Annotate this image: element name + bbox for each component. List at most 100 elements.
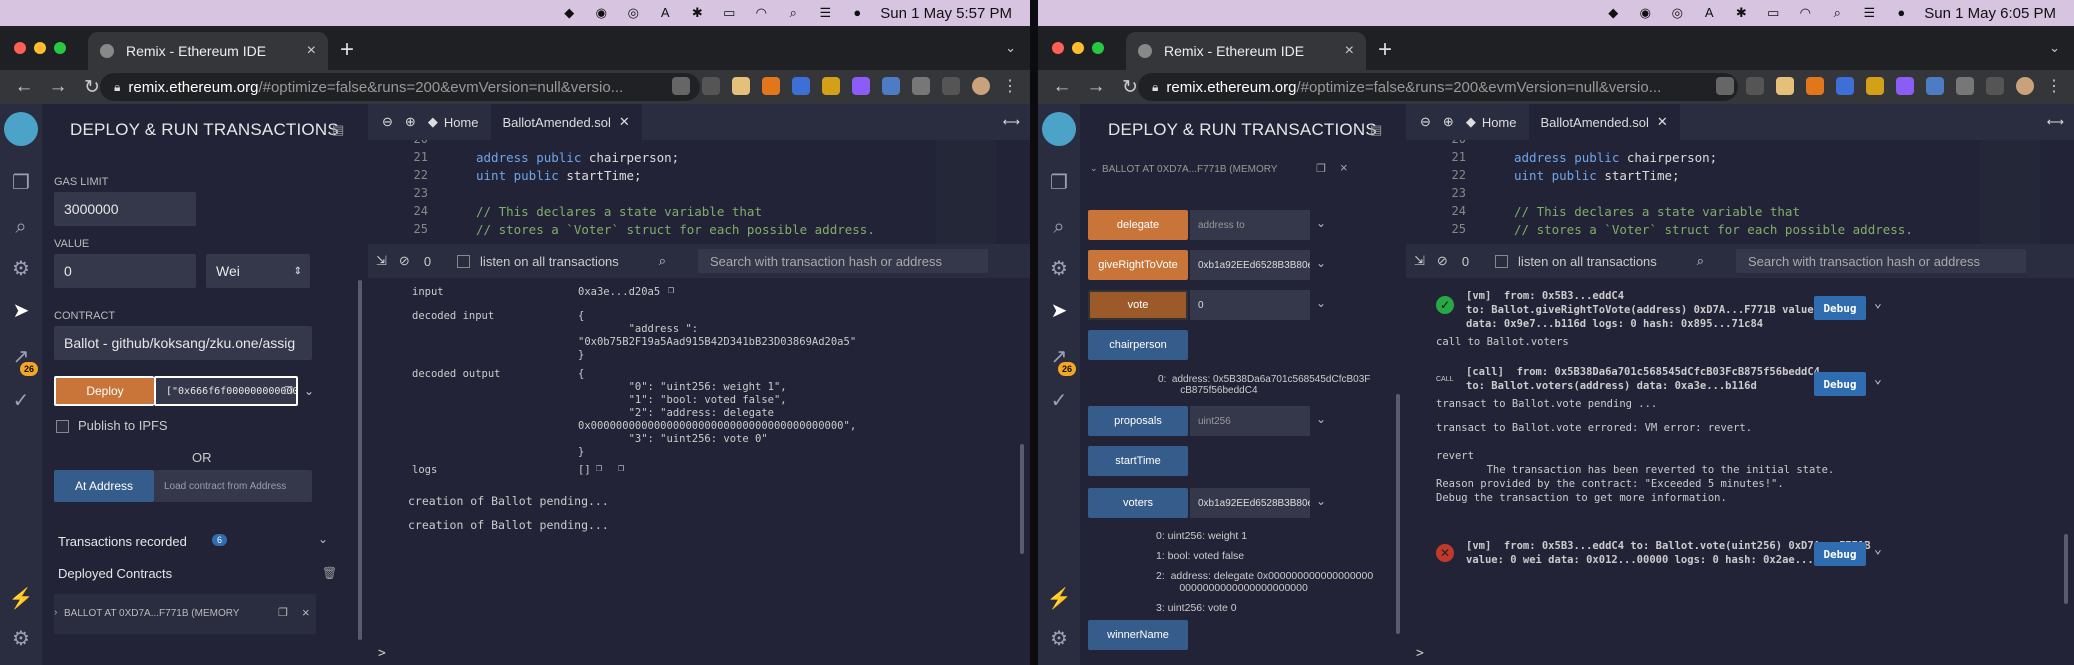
debug-button[interactable]: Debug: [1814, 542, 1866, 566]
new-tab-icon[interactable]: +: [1378, 36, 1392, 64]
vote-input[interactable]: 0: [1190, 290, 1310, 320]
puzzle-icon[interactable]: [1956, 77, 1974, 95]
test-icon[interactable]: ✓: [8, 388, 34, 414]
control-center-icon[interactable]: ☰: [816, 6, 834, 20]
deploy-button[interactable]: Deploy: [54, 376, 154, 406]
back-icon[interactable]: ←: [14, 76, 34, 98]
text-input-icon[interactable]: A: [1700, 6, 1718, 20]
search-icon[interactable]: ⌕: [1828, 6, 1846, 20]
sidebar-icon[interactable]: [942, 77, 960, 95]
search-icon[interactable]: ⌕: [784, 6, 802, 20]
siri-icon[interactable]: ●: [848, 6, 866, 20]
close-icon[interactable]: ×: [302, 605, 310, 620]
proposals-input[interactable]: uint256: [1190, 406, 1310, 436]
forward-icon[interactable]: →: [1086, 76, 1106, 98]
tab-ballot[interactable]: BallotAmended.sol ✕: [490, 104, 642, 140]
url-field[interactable]: 🔒︎ remix.ethereum.org/#optimize=false&ru…: [1138, 73, 1738, 101]
wifi-icon[interactable]: ◠: [1796, 6, 1814, 20]
bluetooth-icon[interactable]: ✱: [688, 6, 706, 20]
browser-tab[interactable]: Remix - Ethereum IDE ×: [88, 32, 328, 70]
deploy-run-icon[interactable]: ➤: [1046, 298, 1072, 324]
solidity-compiler-icon[interactable]: ⚙: [8, 256, 34, 282]
close-window-button[interactable]: [14, 42, 26, 54]
clear-terminal-icon[interactable]: ⊘: [1437, 253, 1448, 269]
app-icon[interactable]: ◉: [592, 6, 610, 20]
start-time-button[interactable]: startTime: [1088, 446, 1188, 476]
chevron-down-icon[interactable]: ⌄: [1316, 256, 1326, 270]
gas-limit-input[interactable]: 3000000: [54, 192, 196, 226]
app-icon[interactable]: ◉: [1636, 6, 1654, 20]
deploy-args-input[interactable]: ["0x666f6f000000000000: [154, 376, 298, 406]
close-icon[interactable]: ×: [1340, 160, 1348, 175]
extension-icon[interactable]: [732, 77, 750, 95]
chevron-down-icon[interactable]: ⌄: [304, 384, 314, 398]
docs-icon[interactable]: ▤: [332, 122, 344, 138]
at-address-input[interactable]: Load contract from Address: [154, 470, 312, 502]
terminal-prompt[interactable]: >: [1416, 646, 1424, 661]
search-icon[interactable]: ⌕: [8, 214, 34, 240]
collapse-terminal-icon[interactable]: ⇲: [376, 253, 387, 269]
chevron-down-icon[interactable]: ⌄: [1316, 494, 1326, 508]
globe-icon[interactable]: ◎: [1668, 6, 1686, 20]
contract-select[interactable]: Ballot - github/koksang/zku.one/assig: [54, 326, 312, 360]
menubar-clock[interactable]: Sun 1 May 6:05 PM: [1924, 5, 2056, 22]
browser-tab[interactable]: Remix - Ethereum IDE ×: [1126, 32, 1366, 70]
close-tab-icon[interactable]: ×: [1345, 42, 1354, 60]
extension-icon[interactable]: [1896, 77, 1914, 95]
chevron-down-icon[interactable]: ⌄: [2049, 40, 2060, 56]
chevron-down-icon[interactable]: ⌄: [1874, 296, 1882, 311]
settings-icon[interactable]: ⚙: [8, 626, 34, 652]
extension-icon[interactable]: [822, 77, 840, 95]
test-icon[interactable]: ✓: [1046, 388, 1072, 414]
plugin-manager-icon[interactable]: ⚡: [1046, 586, 1072, 612]
zoom-out-icon[interactable]: ⊖: [382, 114, 393, 130]
copy-icon[interactable]: ❐: [668, 284, 674, 296]
file-explorer-icon[interactable]: ❐: [1046, 170, 1072, 196]
extension-icon[interactable]: [882, 77, 900, 95]
wifi-icon[interactable]: ◠: [752, 6, 770, 20]
bluetooth-icon[interactable]: ✱: [1732, 6, 1750, 20]
more-icon[interactable]: ⋮: [1002, 76, 1018, 96]
minimize-window-button[interactable]: [34, 42, 46, 54]
solidity-compiler-icon[interactable]: ⚙: [1046, 256, 1072, 282]
copy-icon[interactable]: ❐: [618, 462, 624, 474]
remix-logo-icon[interactable]: [4, 112, 38, 146]
zoom-window-button[interactable]: [54, 42, 66, 54]
chevron-down-icon[interactable]: ⌄: [1874, 542, 1882, 557]
share-icon[interactable]: [1716, 77, 1734, 95]
minimap[interactable]: [1980, 140, 2040, 244]
give-right-input[interactable]: 0xb1a92EEd6528B3B80e: [1190, 250, 1310, 280]
shield-icon[interactable]: ◆: [560, 6, 578, 20]
url-field[interactable]: 🔒︎ remix.ethereum.org/#optimize=false&ru…: [100, 73, 700, 101]
listen-checkbox[interactable]: [457, 254, 471, 268]
zoom-out-icon[interactable]: ⊖: [1420, 114, 1431, 130]
tab-home[interactable]: ◆ Home: [416, 104, 491, 140]
terminal-search-input[interactable]: Search with transaction hash or address: [1736, 249, 2026, 273]
delegate-input[interactable]: address to: [1190, 210, 1310, 240]
value-input[interactable]: 0: [54, 254, 196, 288]
zoom-window-button[interactable]: [1092, 42, 1104, 54]
back-icon[interactable]: ←: [1052, 76, 1072, 98]
expand-icon[interactable]: ⟷: [1003, 115, 1020, 129]
extension-icon[interactable]: [1926, 77, 1944, 95]
listen-checkbox[interactable]: [1495, 254, 1509, 268]
metamask-icon[interactable]: [762, 77, 780, 95]
chevron-down-icon[interactable]: ⌄: [1316, 412, 1326, 426]
at-address-button[interactable]: At Address: [54, 470, 154, 502]
chevron-down-icon[interactable]: ⌄: [1005, 40, 1016, 56]
new-tab-icon[interactable]: +: [340, 36, 354, 64]
docs-icon[interactable]: ▤: [1370, 122, 1382, 138]
reload-icon[interactable]: ↻: [1120, 76, 1140, 99]
copy-icon[interactable]: ❐: [278, 606, 288, 619]
forward-icon[interactable]: →: [48, 76, 68, 98]
close-icon[interactable]: ✕: [619, 114, 630, 130]
copy-icon[interactable]: ❐: [1316, 162, 1326, 175]
chevron-right-icon[interactable]: ›: [54, 607, 57, 618]
copy-icon[interactable]: ❐: [596, 462, 602, 474]
control-center-icon[interactable]: ☰: [1860, 6, 1878, 20]
chairperson-button[interactable]: chairperson: [1088, 330, 1188, 360]
code-editor[interactable]: 20 21 address public chairperson; 22 uint pu…: [368, 140, 1030, 244]
metamask-icon[interactable]: [1806, 77, 1824, 95]
instance-header[interactable]: ⌄ BALLOT AT 0XD7A...F771B (MEMORY ❐ ×: [1090, 158, 1356, 180]
clear-terminal-icon[interactable]: ⊘: [399, 253, 410, 269]
